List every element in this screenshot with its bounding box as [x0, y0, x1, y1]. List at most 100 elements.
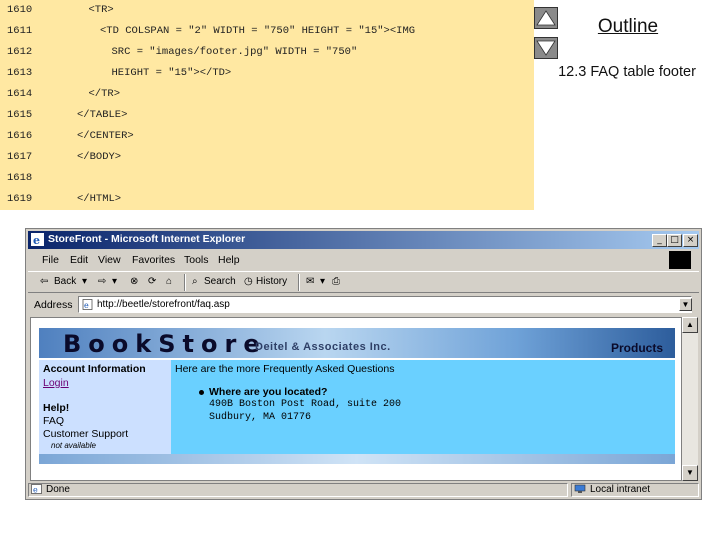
menu-favorites[interactable]: Favorites: [132, 254, 175, 266]
code-text: </TABLE>: [77, 109, 128, 121]
faq-question: Where are you located?: [209, 386, 328, 398]
page-footer-image: [39, 454, 675, 464]
print-icon[interactable]: ⎙: [332, 276, 340, 287]
code-line: 1616 </CENTER>: [0, 126, 534, 147]
refresh-icon[interactable]: ⟳: [148, 276, 156, 287]
previous-slide-button[interactable]: [534, 7, 558, 29]
maximize-button[interactable]: □: [667, 234, 682, 247]
toolbar: ⇦ Back ▾ ⇨ ▾ ⊗ ⟳ ⌂ ⌕ Search ◷ History ✉ …: [28, 271, 699, 293]
forward-arrow-icon[interactable]: ⇨: [98, 276, 106, 287]
login-link[interactable]: Login: [43, 377, 69, 389]
code-text: </CENTER>: [77, 130, 134, 142]
code-line: 1613 HEIGHT = "15"></TD>: [0, 63, 534, 84]
mail-icon[interactable]: ✉: [306, 276, 314, 287]
address-bar: Address http://beetle/storefront/faq.asp…: [28, 295, 699, 315]
code-text: <TD COLSPAN = "2" WIDTH = "750" HEIGHT =…: [100, 25, 416, 37]
code-line: 1611 <TD COLSPAN = "2" WIDTH = "750" HEIG…: [0, 21, 534, 42]
triangle-down-icon: [536, 40, 556, 56]
customer-support-link[interactable]: Customer Support: [43, 428, 128, 440]
line-number: 1612: [7, 46, 33, 58]
faq-link[interactable]: FAQ: [43, 415, 64, 427]
history-button[interactable]: History: [256, 276, 287, 287]
svg-text:e: e: [33, 234, 40, 246]
menu-tools[interactable]: Tools: [184, 254, 209, 266]
bullet-icon: [199, 390, 204, 395]
code-text: </TR>: [88, 88, 121, 100]
chevron-down-icon[interactable]: ▾: [82, 276, 87, 287]
line-number: 1613: [7, 67, 33, 79]
code-line: 1618: [0, 168, 534, 189]
products-link[interactable]: Products: [611, 341, 663, 355]
title-bar: e StoreFront - Microsoft Internet Explor…: [28, 231, 699, 249]
faq-answer-line1: 490B Boston Post Road, suite 200: [209, 399, 402, 410]
store-banner: BookStore Deitel & Associates Inc. Produ…: [39, 328, 675, 358]
line-number: 1611: [7, 25, 33, 37]
company-name: Deitel & Associates Inc.: [255, 341, 391, 353]
menu-bar: File Edit View Favorites Tools Help: [28, 251, 699, 269]
code-line: 1610 <TR>: [0, 0, 534, 21]
security-zone: Local intranet: [590, 484, 651, 495]
scroll-down-button[interactable]: ▼: [682, 465, 698, 481]
home-icon[interactable]: ⌂: [166, 276, 172, 287]
search-button[interactable]: Search: [204, 276, 236, 287]
menu-help[interactable]: Help: [218, 254, 240, 266]
line-number: 1615: [7, 109, 33, 121]
help-heading: Help!: [43, 402, 70, 414]
close-button[interactable]: ×: [683, 234, 698, 247]
search-icon[interactable]: ⌕: [192, 276, 198, 287]
code-text: </BODY>: [77, 151, 122, 163]
line-number: 1618: [7, 172, 33, 184]
line-number: 1610: [7, 4, 33, 16]
browser-window: e StoreFront - Microsoft Internet Explor…: [25, 228, 702, 500]
line-number: 1614: [7, 88, 33, 100]
menu-view[interactable]: View: [98, 254, 121, 266]
faq-content: Here are the more Frequently Asked Quest…: [171, 360, 675, 454]
windows-logo-icon: [669, 251, 691, 269]
svg-text:e: e: [33, 486, 38, 495]
slide-caption: 12.3 FAQ table footer: [558, 64, 696, 80]
scroll-up-button[interactable]: ▲: [682, 317, 698, 333]
svg-text:e: e: [84, 301, 89, 310]
code-text: HEIGHT = "15"></TD>: [111, 67, 232, 79]
address-input[interactable]: http://beetle/storefront/faq.asp: [78, 296, 692, 313]
page-viewport: BookStore Deitel & Associates Inc. Produ…: [30, 317, 682, 481]
address-dropdown-button[interactable]: ▼: [679, 298, 692, 311]
minimize-button[interactable]: _: [652, 234, 667, 247]
code-line: 1614 </TR>: [0, 84, 534, 105]
menu-file[interactable]: File: [42, 254, 59, 266]
menu-edit[interactable]: Edit: [70, 254, 88, 266]
faq-intro: Here are the more Frequently Asked Quest…: [175, 363, 395, 375]
triangle-up-icon: [536, 10, 556, 26]
code-line: 1619 </HTML>: [0, 189, 534, 210]
vertical-scrollbar[interactable]: ▲ ▼: [682, 317, 698, 481]
outline-link[interactable]: Outline: [566, 16, 690, 38]
code-line: 1615 </TABLE>: [0, 105, 534, 126]
code-text: SRC = "images/footer.jpg" WIDTH = "750": [111, 46, 358, 58]
page-icon: e: [82, 299, 93, 310]
history-icon[interactable]: ◷: [244, 276, 253, 287]
page-icon: e: [31, 484, 42, 494]
sidebar: Account Information Login Help! FAQ Cust…: [39, 360, 171, 454]
address-label: Address: [34, 299, 73, 311]
chevron-down-icon[interactable]: ▾: [112, 276, 117, 287]
bookstore-logo: BookStore: [63, 330, 267, 358]
back-button[interactable]: Back: [54, 276, 76, 287]
code-line: 1612 SRC = "images/footer.jpg" WIDTH = "7…: [0, 42, 534, 63]
back-arrow-icon[interactable]: ⇦: [40, 276, 48, 287]
stop-icon[interactable]: ⊗: [130, 276, 138, 287]
code-text: <TR>: [88, 4, 114, 16]
not-available-note: not available: [51, 441, 96, 450]
account-heading: Account Information: [43, 363, 146, 375]
line-number: 1617: [7, 151, 33, 163]
line-number: 1616: [7, 130, 33, 142]
code-line: 1617 </BODY>: [0, 147, 534, 168]
status-text: Done: [46, 484, 70, 495]
line-number: 1619: [7, 193, 33, 205]
ie-icon: e: [31, 233, 44, 246]
intranet-icon: [574, 484, 586, 493]
code-listing: 1610 <TR> 1611 <TD COLSPAN = "2" WIDTH = "7…: [0, 0, 534, 210]
status-bar: e Done Local intranet: [28, 482, 699, 498]
chevron-down-icon[interactable]: ▾: [320, 276, 325, 287]
next-slide-button[interactable]: [534, 37, 558, 59]
window-title: StoreFront - Microsoft Internet Explorer: [48, 233, 246, 245]
